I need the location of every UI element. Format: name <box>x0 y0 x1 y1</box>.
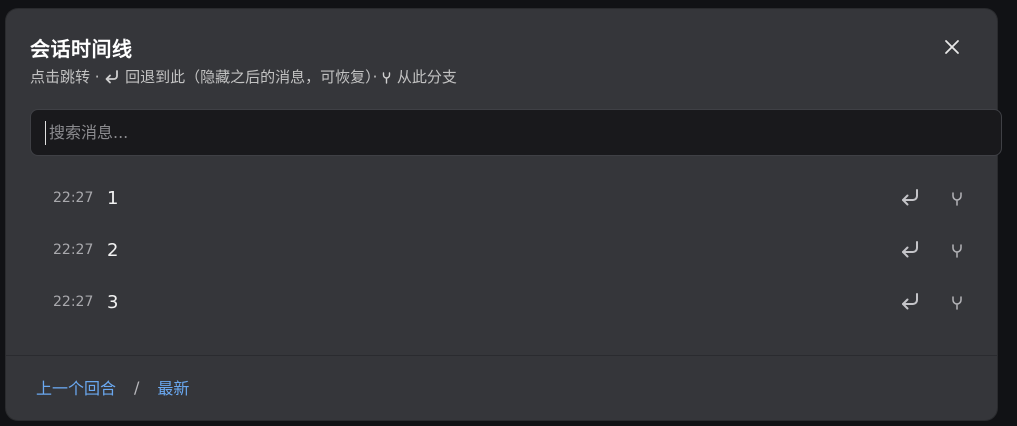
message-time: 22:27 <box>53 190 94 206</box>
message-time: 22:27 <box>53 294 94 310</box>
prev-round-link[interactable]: 上一个回合 <box>36 375 116 399</box>
return-arrow-icon <box>104 70 120 88</box>
message-time: 22:27 <box>53 242 94 258</box>
fork-icon <box>952 244 962 258</box>
footer-divider <box>6 355 997 356</box>
text-cursor <box>45 120 46 145</box>
footer-nav: 上一个回合 / 最新 <box>36 375 189 399</box>
timeline-row[interactable]: 22:27 2 <box>6 224 997 276</box>
timeline-list: 22:27 1 22:27 2 22:27 3 <box>6 172 997 328</box>
timeline-row[interactable]: 22:27 3 <box>6 276 997 328</box>
message-text: 2 <box>107 239 119 261</box>
subtitle-revert-text: 回退到此（隐藏之后的消息，可恢复）· <box>120 68 383 86</box>
latest-link[interactable]: 最新 <box>157 375 189 399</box>
search-input[interactable] <box>47 122 987 143</box>
dialog-title: 会话时间线 <box>30 37 133 61</box>
footer-separator: / <box>134 377 140 397</box>
close-icon <box>945 40 959 54</box>
fork-icon <box>952 192 962 206</box>
subtitle-jump-text: 点击跳转 · <box>30 68 105 86</box>
dialog-subtitle: 点击跳转 · 回退到此（隐藏之后的消息，可恢复）· 从此分支 <box>30 66 457 88</box>
search-box[interactable] <box>30 109 1002 156</box>
revert-button[interactable] <box>899 291 921 313</box>
timeline-row[interactable]: 22:27 1 <box>6 172 997 224</box>
message-text: 1 <box>107 187 119 209</box>
branch-button[interactable] <box>950 189 964 207</box>
return-arrow-icon <box>902 189 918 206</box>
branch-button[interactable] <box>950 293 964 311</box>
return-arrow-icon <box>902 241 918 258</box>
close-button[interactable] <box>942 37 962 57</box>
branch-button[interactable] <box>950 241 964 259</box>
fork-icon <box>952 296 962 310</box>
return-arrow-icon <box>902 293 918 310</box>
revert-button[interactable] <box>899 187 921 209</box>
fork-icon <box>382 70 392 88</box>
subtitle-branch-text: 从此分支 <box>392 68 457 86</box>
revert-button[interactable] <box>899 239 921 261</box>
message-text: 3 <box>107 291 119 313</box>
timeline-dialog: 会话时间线 点击跳转 · 回退到此（隐藏之后的消息，可恢复）· 从此分支 22:… <box>6 9 1002 420</box>
